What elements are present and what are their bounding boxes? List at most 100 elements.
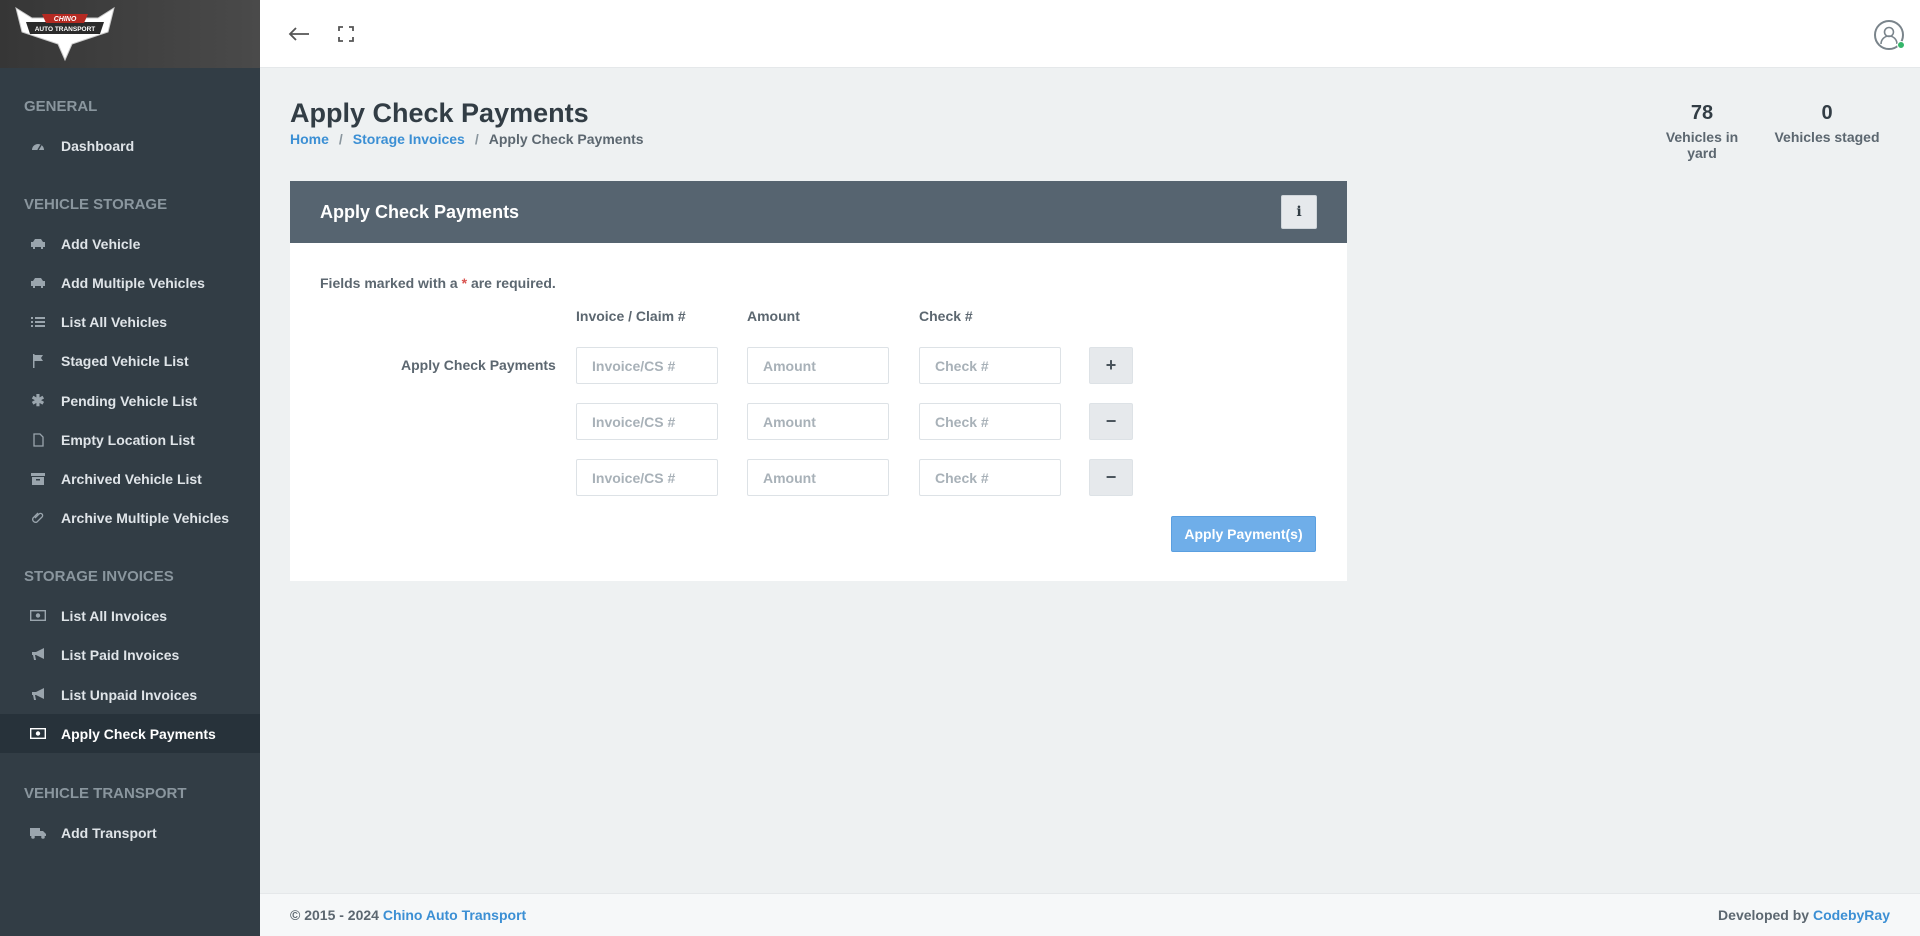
check-number-input[interactable] <box>919 403 1061 440</box>
car-icon <box>30 275 46 291</box>
amount-input[interactable] <box>747 403 889 440</box>
company-logo[interactable]: CHINO AUTO TRANSPORT <box>12 4 118 64</box>
sidebar-item-label: Apply Check Payments <box>61 725 216 742</box>
invoice-input[interactable] <box>576 403 718 440</box>
column-header-check: Check # <box>919 308 973 324</box>
stat-vehicles-in-yard: 78 Vehicles in yard <box>1650 102 1754 161</box>
sidebar-item-list-all-vehicles[interactable]: List All Vehicles <box>0 302 260 341</box>
breadcrumb-current: Apply Check Payments <box>488 131 644 147</box>
back-arrow-icon[interactable] <box>287 22 311 46</box>
footer-copyright: © 2015 - 2024 Chino Auto Transport <box>290 907 526 923</box>
sidebar-item-add-multiple-vehicles[interactable]: Add Multiple Vehicles <box>0 263 260 302</box>
money-icon <box>30 726 46 742</box>
sidebar-item-label: List All Vehicles <box>61 313 168 330</box>
panel-header: Apply Check Payments i <box>290 181 1347 243</box>
bullhorn-icon <box>30 647 46 663</box>
sidebar-item-add-transport[interactable]: Add Transport <box>0 813 260 852</box>
sidebar-item-label: Staged Vehicle List <box>61 352 189 369</box>
check-number-input[interactable] <box>919 459 1061 496</box>
archive-icon <box>30 471 46 487</box>
stat-label: Vehicles in yard <box>1665 129 1739 161</box>
sidebar-item-label: Pending Vehicle List <box>61 392 198 409</box>
sidebar-item-add-vehicle[interactable]: Add Vehicle <box>0 224 260 263</box>
panel-title: Apply Check Payments <box>320 201 520 222</box>
user-avatar-icon[interactable] <box>1874 20 1905 50</box>
column-header-invoice: Invoice / Claim # <box>576 308 686 324</box>
sidebar-item-label: Empty Location List <box>61 431 195 448</box>
fullscreen-expand-icon[interactable] <box>334 22 358 46</box>
sidebar-item-label: Add Multiple Vehicles <box>61 274 205 291</box>
sidebar-item-apply-check-payments[interactable]: Apply Check Payments <box>0 714 260 753</box>
amount-input[interactable] <box>747 459 889 496</box>
remove-row-button[interactable]: − <box>1089 403 1133 440</box>
sidebar-item-dashboard[interactable]: Dashboard <box>0 126 260 165</box>
sidebar-item-label: Dashboard <box>61 137 135 154</box>
nav-heading-general: GENERAL <box>24 98 98 115</box>
sidebar-item-archive-multiple-vehicles[interactable]: Archive Multiple Vehicles <box>0 498 260 537</box>
money-icon <box>30 608 46 624</box>
info-button[interactable]: i <box>1281 195 1317 229</box>
breadcrumb: Home / Storage Invoices / Apply Check Pa… <box>290 131 644 147</box>
row-label: Apply Check Payments <box>401 357 556 373</box>
developed-by-text: Developed by <box>1718 907 1813 923</box>
apply-check-payments-panel: Apply Check Payments i Fields marked wit… <box>290 181 1347 581</box>
file-icon <box>30 432 46 448</box>
stat-value: 78 <box>1690 102 1714 124</box>
breadcrumb-separator: / <box>474 131 479 147</box>
breadcrumb-storage-invoices-link[interactable]: Storage Invoices <box>353 131 465 147</box>
logo-area: CHINO AUTO TRANSPORT <box>0 0 260 68</box>
bullhorn-icon <box>30 687 46 703</box>
paperclip-icon <box>30 510 46 526</box>
column-header-amount: Amount <box>747 308 800 324</box>
sidebar-item-label: Add Vehicle <box>61 235 141 252</box>
sidebar-item-label: List All Invoices <box>61 607 168 624</box>
sidebar-item-label: List Paid Invoices <box>61 646 180 663</box>
add-row-button[interactable]: + <box>1089 347 1133 384</box>
sidebar-item-list-paid-invoices[interactable]: List Paid Invoices <box>0 635 260 674</box>
sidebar-item-staged-vehicle-list[interactable]: Staged Vehicle List <box>0 341 260 380</box>
nav-heading-vehicle-transport: VEHICLE TRANSPORT <box>24 785 187 802</box>
required-note-text: Fields marked with a <box>320 275 462 291</box>
flag-icon <box>30 353 46 369</box>
sidebar-item-pending-vehicle-list[interactable]: ✱ Pending Vehicle List <box>0 381 260 420</box>
breadcrumb-separator: / <box>338 131 343 147</box>
sidebar-item-label: List Unpaid Invoices <box>61 686 198 703</box>
dashboard-icon <box>30 138 46 154</box>
copyright-text: © 2015 - 2024 <box>290 907 383 923</box>
sidebar-item-list-unpaid-invoices[interactable]: List Unpaid Invoices <box>0 675 260 714</box>
required-note-text: are required. <box>467 275 556 291</box>
invoice-input[interactable] <box>576 347 718 384</box>
sidebar-item-list-all-invoices[interactable]: List All Invoices <box>0 596 260 635</box>
footer-credits: Developed by CodebyRay <box>1718 907 1890 923</box>
amount-input[interactable] <box>747 347 889 384</box>
nav-heading-vehicle-storage: VEHICLE STORAGE <box>24 196 168 213</box>
stat-value: 0 <box>1821 102 1833 124</box>
sidebar-item-empty-location-list[interactable]: Empty Location List <box>0 420 260 459</box>
company-link[interactable]: Chino Auto Transport <box>383 907 526 923</box>
car-icon <box>30 236 46 252</box>
list-icon <box>30 314 46 330</box>
sidebar-item-label: Archived Vehicle List <box>61 470 202 487</box>
developer-link[interactable]: CodebyRay <box>1813 907 1890 923</box>
logo-text-top: CHINO <box>54 16 77 23</box>
page-title: Apply Check Payments <box>290 98 589 128</box>
nav-heading-storage-invoices: STORAGE INVOICES <box>24 568 174 585</box>
truck-icon <box>30 825 46 841</box>
stat-vehicles-staged: 0 Vehicles staged <box>1774 102 1880 145</box>
asterisk-icon: ✱ <box>31 392 45 410</box>
logo-text-bottom: AUTO TRANSPORT <box>35 26 96 33</box>
sidebar-item-label: Add Transport <box>61 824 157 841</box>
topbar <box>260 0 1920 68</box>
check-number-input[interactable] <box>919 347 1061 384</box>
sidebar-item-label: Archive Multiple Vehicles <box>61 509 230 526</box>
breadcrumb-home-link[interactable]: Home <box>290 131 329 147</box>
remove-row-button[interactable]: − <box>1089 459 1133 496</box>
required-fields-note: Fields marked with a * are required. <box>320 275 556 291</box>
stat-label: Vehicles staged <box>1774 129 1880 145</box>
apply-payments-button[interactable]: Apply Payment(s) <box>1171 516 1316 552</box>
sidebar: CHINO AUTO TRANSPORT GENERAL Dashboard V… <box>0 0 260 936</box>
invoice-input[interactable] <box>576 459 718 496</box>
online-status-dot <box>1897 41 1905 49</box>
sidebar-item-archived-vehicle-list[interactable]: Archived Vehicle List <box>0 459 260 498</box>
footer: © 2015 - 2024 Chino Auto Transport Devel… <box>260 893 1920 936</box>
